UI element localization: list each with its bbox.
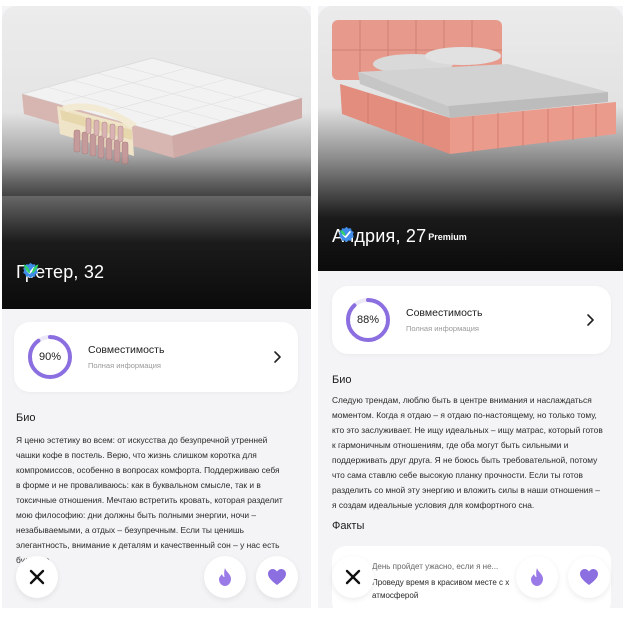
compatibility-title: Совместимость bbox=[406, 307, 483, 319]
compatibility-ring: 90% bbox=[26, 333, 74, 381]
bio-line: будущее. bbox=[16, 553, 298, 568]
fact-answer: Проведу время в красивом месте с х bbox=[372, 578, 510, 587]
compatibility-ring: 88% bbox=[344, 296, 392, 344]
bio-line: поддерживать друг друга. Я не боюсь быть… bbox=[332, 455, 598, 465]
bio-line: я создам идеальные условия для комфортно… bbox=[332, 500, 535, 510]
bio-line: Следую трендам, люблю быть в центре вним… bbox=[332, 395, 592, 405]
bio-line: кто это заслуживает. Не ищу идеальных – … bbox=[332, 425, 603, 435]
superlike-button[interactable] bbox=[516, 556, 558, 598]
bio-line: чашки кофе в постель. Верю, что жизнь сл… bbox=[16, 450, 257, 460]
superlike-button[interactable] bbox=[204, 556, 246, 598]
bio-line: Я ценю эстетику во всем: от искусства до… bbox=[16, 435, 268, 445]
fact-question: День пройдет ужасно, если я не... bbox=[372, 562, 499, 571]
bio-line: к гармоничным отношениям, где оба могут … bbox=[332, 440, 569, 450]
close-icon bbox=[29, 569, 45, 585]
compatibility-card[interactable]: 88% Совместимость Полная информация bbox=[332, 286, 611, 354]
close-icon bbox=[345, 569, 361, 585]
profile-name-row: Андрия, 27 Premium bbox=[332, 226, 467, 247]
flame-icon bbox=[219, 568, 231, 586]
bio-line: элегантность, внимание к деталям и качес… bbox=[16, 540, 280, 550]
compatibility-title: Совместимость bbox=[88, 344, 165, 356]
leaf-premium-icon bbox=[340, 230, 346, 236]
dislike-button[interactable] bbox=[16, 556, 58, 598]
compatibility-subtitle: Полная информация bbox=[88, 361, 161, 370]
like-button[interactable] bbox=[568, 556, 610, 598]
profile-card-greter[interactable]: Гретер, 32 90% Совместимость Полная инфо… bbox=[2, 6, 311, 608]
bio-line: компромиссов, особенно в вопросах комфор… bbox=[16, 465, 280, 475]
profile-photo[interactable]: Андрия, 27 Premium bbox=[318, 6, 623, 271]
bio-title: Био bbox=[332, 374, 352, 386]
flame-icon bbox=[531, 568, 543, 586]
bio-line: мою философию: дни должны быть полными э… bbox=[16, 510, 257, 520]
bio-line: моментом. Когда я отдаю – я отдаю по-нас… bbox=[332, 410, 597, 420]
dislike-button[interactable] bbox=[332, 556, 374, 598]
leaf-premium-icon bbox=[23, 264, 39, 274]
bio-line: в форме и не проваливаюсь: как в букваль… bbox=[16, 480, 261, 490]
profile-card-andria[interactable]: Андрия, 27 Premium 88% Совместимость Пол… bbox=[318, 6, 623, 608]
compatibility-subtitle: Полная информация bbox=[406, 324, 479, 333]
bio-text: Я ценю эстетику во всем: от искусства до… bbox=[16, 433, 298, 568]
compatibility-card[interactable]: 90% Совместимость Полная информация bbox=[14, 322, 298, 392]
bio-title: Био bbox=[16, 412, 36, 424]
fact-answer-continued: атмосферой bbox=[372, 591, 419, 600]
bio-line: что сама ставлю себе высокую планку проч… bbox=[332, 470, 584, 480]
premium-label: Premium bbox=[428, 231, 467, 242]
like-button[interactable] bbox=[256, 556, 298, 598]
heart-icon bbox=[580, 569, 598, 585]
bio-line: токсичные отношения. Мечтаю встретить кр… bbox=[16, 495, 283, 505]
bio-line: незабываемыми, а отдых – безупречным. Ес… bbox=[16, 525, 244, 535]
chevron-right-icon[interactable] bbox=[270, 350, 284, 364]
facts-title: Факты bbox=[332, 520, 365, 532]
heart-icon bbox=[268, 569, 286, 585]
compatibility-value: 88% bbox=[356, 314, 380, 326]
compatibility-value: 90% bbox=[38, 351, 62, 363]
chevron-right-icon[interactable] bbox=[583, 313, 597, 327]
profile-name-row: Гретер, 32 bbox=[16, 262, 104, 283]
profile-photo[interactable]: Гретер, 32 bbox=[2, 6, 311, 309]
bio-line: разделить со мной эту энергию и вложить … bbox=[332, 485, 600, 495]
bio-text: Следую трендам, люблю быть в центре вним… bbox=[332, 393, 614, 513]
